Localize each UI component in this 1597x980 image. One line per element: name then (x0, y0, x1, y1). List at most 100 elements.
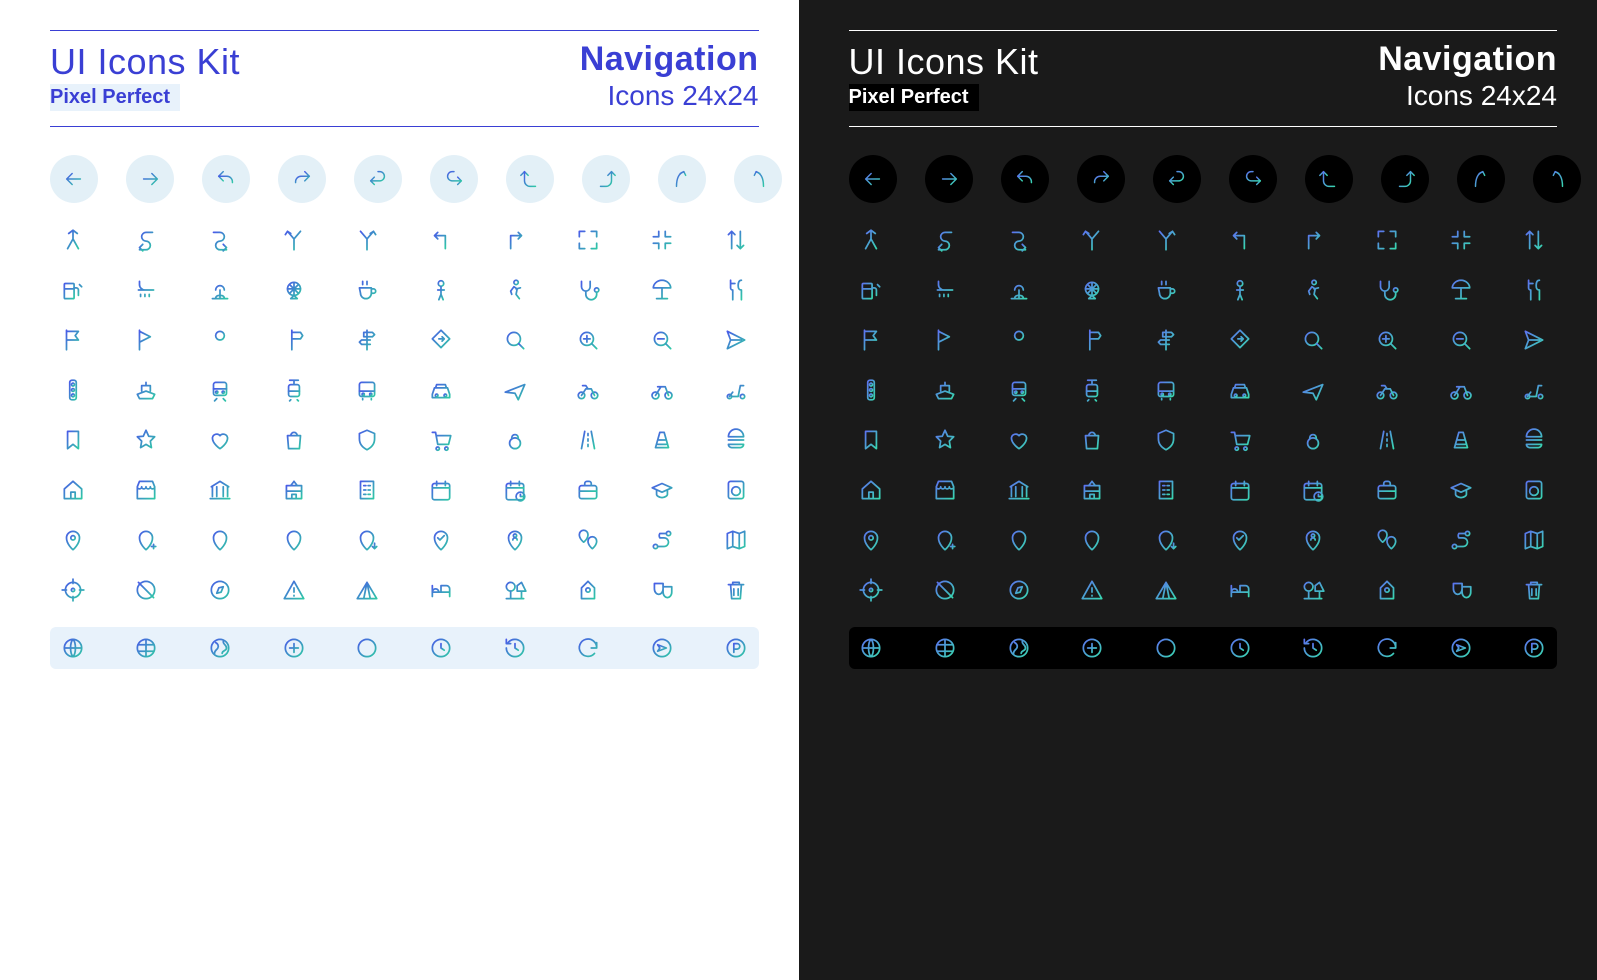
car-icon (426, 375, 456, 405)
turn-up-left-icon (506, 155, 554, 203)
pin-round-icon (1004, 325, 1034, 355)
globe-shape-icon (1004, 633, 1034, 663)
school-icon (1077, 475, 1107, 505)
arrow-right-icon (925, 155, 973, 203)
warning-triangle-icon (279, 575, 309, 605)
walking-icon (500, 275, 530, 305)
heart-icon (1004, 425, 1034, 455)
trash-icon (721, 575, 751, 605)
arrow-left-icon (849, 155, 897, 203)
send-icon (721, 325, 751, 355)
birdhouse-icon (1372, 575, 1402, 605)
stethoscope-icon (1372, 275, 1402, 305)
turn-right-sharp-icon (500, 225, 530, 255)
fork-right-icon (1151, 225, 1181, 255)
burger-icon (721, 425, 751, 455)
category-label: Navigation (580, 41, 759, 78)
airplane-icon (500, 375, 530, 405)
traffic-light-icon (856, 375, 886, 405)
zoom-in-icon (1372, 325, 1402, 355)
signposts-icon (352, 325, 382, 355)
s-curve-left-icon (930, 225, 960, 255)
history-icon (1298, 633, 1328, 663)
star-icon (131, 425, 161, 455)
bed-icon (426, 575, 456, 605)
search-icon (1298, 325, 1328, 355)
map-pin-alert-icon (279, 525, 309, 555)
road-icon (1372, 425, 1402, 455)
school-icon (279, 475, 309, 505)
graduation-cap-icon (647, 475, 677, 505)
restaurant-icon (721, 275, 751, 305)
turn-left-sharp-icon (1225, 225, 1255, 255)
home-icon (856, 475, 886, 505)
map-pin-icon (856, 525, 886, 555)
compass-icon (205, 575, 235, 605)
circle-plus-icon (279, 633, 309, 663)
kit-title: UI Icons Kit (50, 41, 240, 82)
car-icon (1225, 375, 1255, 405)
washing-machine-icon (721, 475, 751, 505)
globe-lines-icon (930, 633, 960, 663)
map-pin-check-icon (1225, 525, 1255, 555)
map-fold-icon (721, 525, 751, 555)
redo-icon (1077, 155, 1125, 203)
flag-outline-icon (131, 325, 161, 355)
header: UI Icons Kit Pixel Perfect Navigation Ic… (849, 30, 1558, 127)
turn-up-right-icon (1381, 155, 1429, 203)
flag-filled-icon (856, 325, 886, 355)
kit-subtitle: Pixel Perfect (50, 84, 180, 111)
person-icon (426, 275, 456, 305)
direction-sign-icon (1225, 325, 1255, 355)
kettlebell-icon (1298, 425, 1328, 455)
panel-light: UI Icons Kit Pixel Perfect Navigation Ic… (0, 0, 799, 980)
park-trees-icon (1298, 575, 1328, 605)
traffic-cone-icon (647, 425, 677, 455)
redo-icon (278, 155, 326, 203)
map-pin-down-icon (352, 525, 382, 555)
turn-up-right-icon (582, 155, 630, 203)
tram-icon (279, 375, 309, 405)
compass-off-icon (131, 575, 161, 605)
contract-icon (1446, 225, 1476, 255)
tram-icon (1077, 375, 1107, 405)
s-curve-right-icon (1004, 225, 1034, 255)
gas-station-icon (856, 275, 886, 305)
globe-shape-icon (205, 633, 235, 663)
send-circle-icon (1446, 633, 1476, 663)
traffic-cone-icon (1446, 425, 1476, 455)
circle-icon-row (50, 155, 759, 203)
compass-off-icon (930, 575, 960, 605)
airplane-icon (1298, 375, 1328, 405)
map-pin-person-icon (1298, 525, 1328, 555)
home-icon (58, 475, 88, 505)
refresh-icon (1372, 633, 1402, 663)
bus-icon (1151, 375, 1181, 405)
map-pin-remove-icon (1004, 525, 1034, 555)
map-fold-icon (1519, 525, 1549, 555)
refresh-icon (573, 633, 603, 663)
motorcycle-icon (573, 375, 603, 405)
washing-machine-icon (1519, 475, 1549, 505)
fountain-icon (1004, 275, 1034, 305)
scooter-icon (1519, 375, 1549, 405)
kettlebell-icon (500, 425, 530, 455)
parking-icon (1519, 633, 1549, 663)
expand-icon (1372, 225, 1402, 255)
gas-station-icon (58, 275, 88, 305)
beach-umbrella-icon (647, 275, 677, 305)
shield-icon (1151, 425, 1181, 455)
map-pin-add-icon (131, 525, 161, 555)
signposts-icon (1151, 325, 1181, 355)
route-icon (647, 525, 677, 555)
calendar-icon (1225, 475, 1255, 505)
heart-icon (205, 425, 235, 455)
park-trees-icon (500, 575, 530, 605)
shield-icon (352, 425, 382, 455)
shopping-bag-icon (279, 425, 309, 455)
curve-left-icon (658, 155, 706, 203)
bookmark-icon (856, 425, 886, 455)
compass-icon (1004, 575, 1034, 605)
send-icon (1519, 325, 1549, 355)
zoom-in-icon (573, 325, 603, 355)
